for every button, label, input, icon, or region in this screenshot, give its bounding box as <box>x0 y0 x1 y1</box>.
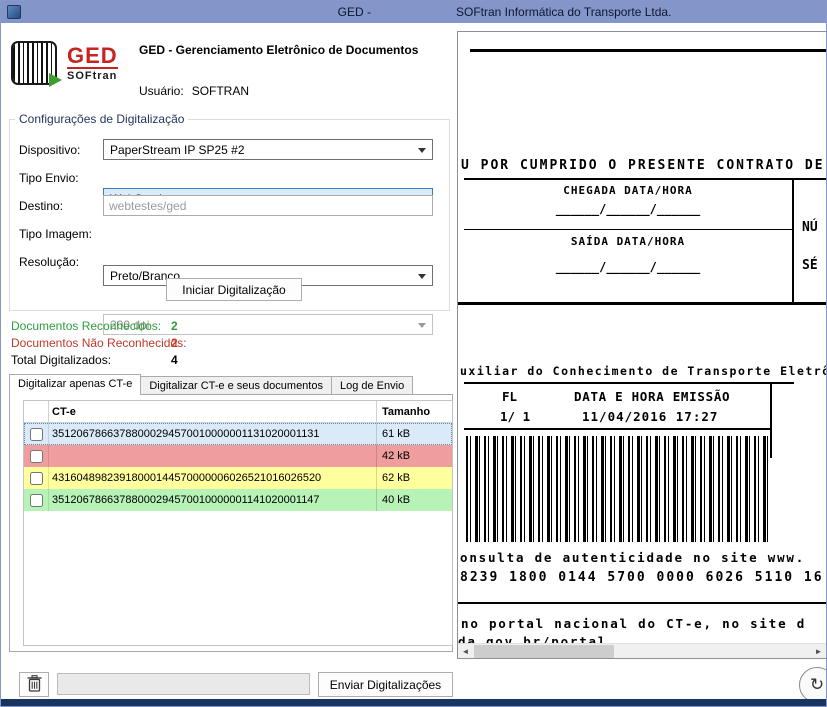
preview-hscrollbar[interactable]: ◄ ► <box>458 643 826 658</box>
doc-line <box>464 178 826 180</box>
document-preview[interactable]: U POR CUMPRIDO O PRESENTE CONTRATO DE CH… <box>457 31 827 659</box>
window-title-left: GED - <box>331 5 371 19</box>
logo-arrow-icon <box>49 73 62 87</box>
doc-line <box>770 382 772 458</box>
chevron-left-icon[interactable]: ◄ <box>458 644 473 659</box>
row-checkbox[interactable] <box>30 428 43 441</box>
hscrollbar-thumb[interactable] <box>474 645 614 658</box>
preview-fl-label: FL <box>502 389 517 404</box>
chevron-down-icon <box>418 148 426 153</box>
cte-size: 40 kB <box>376 489 450 511</box>
send-scans-button[interactable]: Enviar Digitalizações <box>318 672 453 697</box>
cte-size: 61 kB <box>376 423 450 445</box>
tab-strip: Digitalizar apenas CT-e Digitalizar CT-e… <box>9 374 412 395</box>
total-status: Total Digitalizados: 4 <box>11 353 111 367</box>
doc-line <box>464 428 770 430</box>
row-checkbox[interactable] <box>30 450 43 463</box>
recognized-status: Documentos Reconhecidos: 2 <box>11 319 161 333</box>
app-icon <box>7 5 21 19</box>
destination-input[interactable] <box>103 195 433 216</box>
recognized-count: 2 <box>171 319 178 333</box>
doc-line <box>464 229 792 230</box>
send-type-label: Tipo Envio: <box>19 171 101 185</box>
total-label: Total Digitalizados: <box>11 353 111 367</box>
preview-access-key: 8239 1800 0144 5700 0000 6026 5110 16 <box>460 570 824 585</box>
preview-chegada-blank: ______/______/______ <box>464 202 792 216</box>
row-checkbox[interactable] <box>30 472 43 485</box>
page-title: GED - Gerenciamento Eletrônico de Docume… <box>139 43 419 57</box>
destination-label: Destino: <box>19 199 101 213</box>
preview-consulta-line: onsulta de autenticidade no site www. <box>460 550 805 565</box>
preview-right-col-top: NÚ <box>802 220 818 235</box>
device-select[interactable]: PaperStream IP SP25 #2 <box>103 139 433 160</box>
table-row[interactable]: 4316048982391800014457000000602652101602… <box>24 467 452 489</box>
preview-saida-blank: ______/______/______ <box>464 260 792 274</box>
preview-emission-label: DATA E HORA EMISSÃO <box>574 389 730 404</box>
preview-right-col-bottom: SÉ <box>802 258 818 273</box>
doc-line <box>464 382 794 384</box>
preview-emission-value: 11/04/2016 17:27 <box>582 409 718 424</box>
unrecognized-label: Documentos Não Reconhecidos: <box>11 336 186 350</box>
barcode-icon <box>11 41 57 85</box>
cte-number: 3512067866378800029457001000000113102000… <box>48 423 376 445</box>
rotate-button[interactable]: ↻ <box>799 667 827 703</box>
delete-button[interactable] <box>19 672 49 697</box>
titlebar[interactable]: GED - SOFtran Informática do Transporte … <box>1 1 826 23</box>
table-row[interactable]: 3512067866378800029457001000000114102000… <box>24 489 452 511</box>
trash-icon <box>27 675 42 695</box>
unrecognized-count: 2 <box>171 336 178 350</box>
grid-header: CT-e Tamanho <box>24 401 452 423</box>
main-window: GED - SOFtran Informática do Transporte … <box>0 0 827 707</box>
window-bottom-border <box>1 699 826 706</box>
user-value: SOFTRAN <box>192 84 249 98</box>
table-row[interactable]: 42 kB <box>24 445 452 467</box>
cte-number: 4316048982391800014457000000602652101602… <box>48 467 376 489</box>
user-line: Usuário: SOFTRAN <box>139 84 249 98</box>
doc-line <box>792 178 794 304</box>
chevron-right-icon[interactable]: ► <box>811 644 826 659</box>
doc-line <box>458 302 826 305</box>
cte-size: 62 kB <box>376 467 450 489</box>
total-count: 4 <box>171 353 178 367</box>
user-label: Usuário: <box>139 84 184 98</box>
rotate-icon: ↻ <box>810 675 824 695</box>
chevron-down-icon <box>418 323 426 328</box>
image-type-label: Tipo Imagem: <box>19 227 101 241</box>
config-group-title: Configurações de Digitalização <box>15 112 188 126</box>
preview-chegada-label: CHEGADA DATA/HORA <box>464 184 792 197</box>
preview-fl-value: 1/ 1 <box>500 409 530 424</box>
preview-saida-label: SAÍDA DATA/HORA <box>464 235 792 248</box>
logo-text: GED <box>67 45 118 67</box>
ged-logo: GED SOFtran <box>11 41 118 85</box>
preview-aux-line: uxiliar do Conhecimento de Transporte El… <box>460 364 827 378</box>
cte-number <box>48 445 376 467</box>
recognized-label: Documentos Reconhecidos: <box>11 319 161 333</box>
table-row[interactable]: 3512067866378800029457001000000113102000… <box>24 423 452 445</box>
doc-line <box>470 49 826 52</box>
device-label: Dispositivo: <box>19 143 101 157</box>
tab-log-envio[interactable]: Log de Envio <box>331 376 413 395</box>
tab-digitalizar-cte-docs[interactable]: Digitalizar CT-e e seus documentos <box>140 376 332 395</box>
unrecognized-status: Documentos Não Reconhecidos: 2 <box>11 336 186 350</box>
cte-size: 42 kB <box>376 445 450 467</box>
preview-portal-line1: no portal nacional do CT-e, no site d <box>461 616 806 631</box>
resolution-label: Resolução: <box>19 255 101 269</box>
cte-barcode-image <box>466 436 768 542</box>
device-value: PaperStream IP SP25 #2 <box>110 143 245 157</box>
row-checkbox[interactable] <box>30 494 43 507</box>
send-progressbar <box>57 673 310 695</box>
window-title-right: SOFtran Informática do Transporte Ltda. <box>456 5 671 19</box>
cte-grid: CT-e Tamanho 351206786637880002945700100… <box>23 400 453 646</box>
start-scan-button[interactable]: Iniciar Digitalização <box>166 278 302 301</box>
cte-number: 3512067866378800029457001000000114102000… <box>48 489 376 511</box>
doc-line <box>458 602 826 604</box>
col-header-cte[interactable]: CT-e <box>48 401 376 422</box>
col-header-size[interactable]: Tamanho <box>376 401 450 422</box>
preview-contract-line: U POR CUMPRIDO O PRESENTE CONTRATO DE <box>461 158 825 173</box>
logo-subtext: SOFtran <box>67 67 118 82</box>
tab-digitalizar-cte[interactable]: Digitalizar apenas CT-e <box>9 374 141 395</box>
chevron-down-icon <box>418 274 426 279</box>
